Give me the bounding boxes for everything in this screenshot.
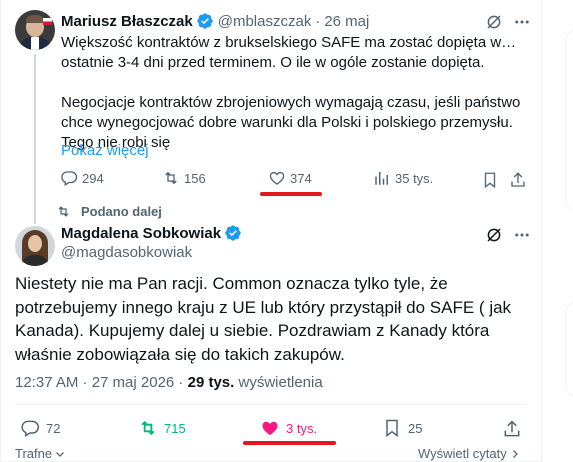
author-handle[interactable]: @magdasobkowiak (61, 244, 192, 261)
author-name[interactable]: Mariusz Błaszczak (61, 13, 193, 30)
grok-icon[interactable] (485, 226, 503, 244)
sort-label: Trafne (15, 446, 53, 461)
divider (15, 404, 527, 405)
view-quotes-label: Wyświetl cytaty (418, 446, 507, 461)
repost-icon (165, 171, 177, 185)
tweet-thread-view: Mariusz Błaszczak @mblaszczak · 26 maj W… (0, 0, 573, 462)
tweet-meta: 12:37 AM · 27 maj 2026 · 29 tys. wyświet… (15, 374, 323, 391)
show-more-link[interactable]: Pokaż więcej (61, 141, 149, 161)
reply-button[interactable]: 72 (20, 418, 60, 438)
verified-badge-icon (225, 225, 241, 241)
views-count: 29 tys. (187, 374, 235, 391)
more-options-icon[interactable] (513, 13, 531, 31)
main-tweet-author: Magdalena Sobkowiak (61, 224, 242, 242)
separator-dot: · (315, 12, 321, 30)
chevron-right-icon (512, 449, 518, 458)
view-quotes-link[interactable]: Wyświetl cytaty (418, 446, 521, 461)
author-name[interactable]: Magdalena Sobkowiak (61, 225, 221, 242)
bookmark-button[interactable]: 25 (382, 418, 422, 438)
tweet-paragraph: Większość kontraktów z brukselskiego SAF… (61, 34, 517, 71)
repost-icon (58, 206, 69, 217)
share-icon[interactable] (509, 171, 527, 189)
reposted-indicator: Podano dalej (56, 204, 162, 219)
reply-button[interactable]: 294 (60, 169, 104, 187)
more-options-icon[interactable] (513, 226, 531, 244)
highlight-underline (243, 441, 336, 445)
views-count: 35 tys. (395, 170, 434, 186)
column-border-right (541, 0, 542, 462)
repost-button[interactable]: 715 (138, 418, 186, 438)
chevron-down-icon (56, 451, 65, 457)
highlight-underline (260, 192, 322, 196)
analytics-icon (375, 172, 388, 185)
share-icon[interactable] (502, 419, 522, 439)
like-count: 374 (290, 170, 312, 186)
reply-count: 72 (46, 420, 61, 436)
repost-count: 156 (184, 170, 206, 186)
tweet-timestamp[interactable]: 12:37 AM · 27 maj 2026 · (15, 374, 188, 391)
author-handle[interactable]: @mblaszczak (218, 13, 312, 30)
like-button[interactable]: 3 tys. (260, 418, 317, 438)
like-count: 3 tys. (286, 420, 318, 436)
column-border-left (0, 0, 1, 462)
bookmark-icon (386, 419, 398, 437)
sort-dropdown[interactable]: Trafne (15, 446, 66, 461)
avatar[interactable] (15, 10, 55, 50)
reply-count: 294 (82, 170, 104, 186)
bookmark-icon[interactable] (481, 171, 499, 189)
tweet-date[interactable]: 26 maj (324, 13, 369, 30)
quoted-tweet-actions: 294 156 374 35 tys. (0, 169, 541, 191)
main-tweet-text: Niestety nie ma Pan racji. Common oznacz… (15, 274, 512, 364)
grok-icon[interactable] (485, 13, 503, 31)
quoted-tweet-header: Mariusz Błaszczak @mblaszczak · 26 maj (61, 11, 369, 31)
like-button[interactable]: 374 (268, 169, 312, 187)
heart-icon (269, 171, 285, 185)
repost-icon (141, 420, 155, 436)
repost-count: 715 (164, 420, 186, 436)
heart-icon (262, 421, 278, 436)
reposted-label: Podano dalej (81, 204, 162, 219)
reply-icon (61, 171, 78, 186)
sidebar-card-edge (565, 300, 573, 398)
repost-button[interactable]: 156 (162, 169, 206, 187)
main-tweet-actions: 72 715 3 tys. 25 (0, 418, 541, 440)
thread-connector-line (34, 54, 36, 224)
reply-icon (21, 420, 40, 437)
avatar[interactable] (15, 226, 55, 266)
views-label: wyświetlenia (238, 374, 323, 391)
bookmark-count: 25 (408, 420, 423, 436)
sidebar-card-edge (565, 28, 573, 213)
views-button[interactable]: 35 tys. (373, 169, 433, 187)
verified-badge-icon (197, 13, 213, 29)
